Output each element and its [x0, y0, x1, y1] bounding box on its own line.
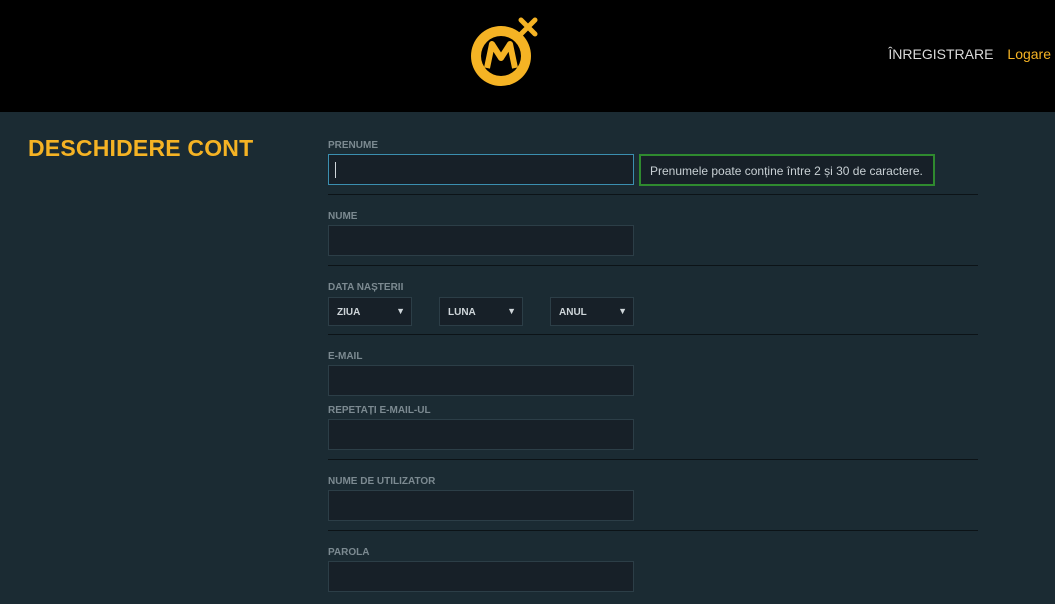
chevron-down-icon: ▼ [396, 306, 405, 316]
email-repeat-input[interactable] [328, 419, 634, 450]
last-name-label: NUME [328, 211, 358, 222]
separator [328, 265, 978, 266]
top-nav: ÎNREGISTRARE Logare [888, 46, 1051, 62]
password-label: PAROLA [328, 547, 370, 558]
login-link[interactable]: Logare [1007, 46, 1051, 62]
birth-date-label: DATA NAȘTERII [328, 282, 404, 293]
first-name-label: PRENUME [328, 140, 379, 151]
separator [328, 459, 978, 460]
password-input[interactable] [328, 561, 634, 592]
text-caret [335, 162, 336, 178]
day-select[interactable]: ZIUA ▼ [328, 297, 412, 326]
top-bar: ÎNREGISTRARE Logare [0, 0, 1055, 112]
register-link[interactable]: ÎNREGISTRARE [888, 46, 993, 62]
separator [328, 334, 978, 335]
chevron-down-icon: ▼ [618, 306, 627, 316]
month-select-value: LUNA [448, 307, 476, 318]
username-input[interactable] [328, 490, 634, 521]
year-select[interactable]: ANUL ▼ [550, 297, 634, 326]
first-name-input[interactable] [328, 154, 634, 185]
email-label: E-MAIL [328, 351, 363, 362]
year-select-value: ANUL [559, 307, 587, 318]
chevron-down-icon: ▼ [507, 306, 516, 316]
day-select-value: ZIUA [337, 307, 361, 318]
username-label: NUME DE UTILIZATOR [328, 476, 436, 487]
email-repeat-label: REPETAȚI E-MAIL-UL [328, 405, 431, 416]
month-select[interactable]: LUNA ▼ [439, 297, 523, 326]
separator [328, 194, 978, 195]
email-input[interactable] [328, 365, 634, 396]
separator [328, 530, 978, 531]
first-name-tooltip: Prenumele poate conține între 2 și 30 de… [639, 154, 935, 186]
last-name-input[interactable] [328, 225, 634, 256]
page-title: DESCHIDERE CONT [28, 135, 254, 161]
logo-icon[interactable] [465, 16, 541, 92]
